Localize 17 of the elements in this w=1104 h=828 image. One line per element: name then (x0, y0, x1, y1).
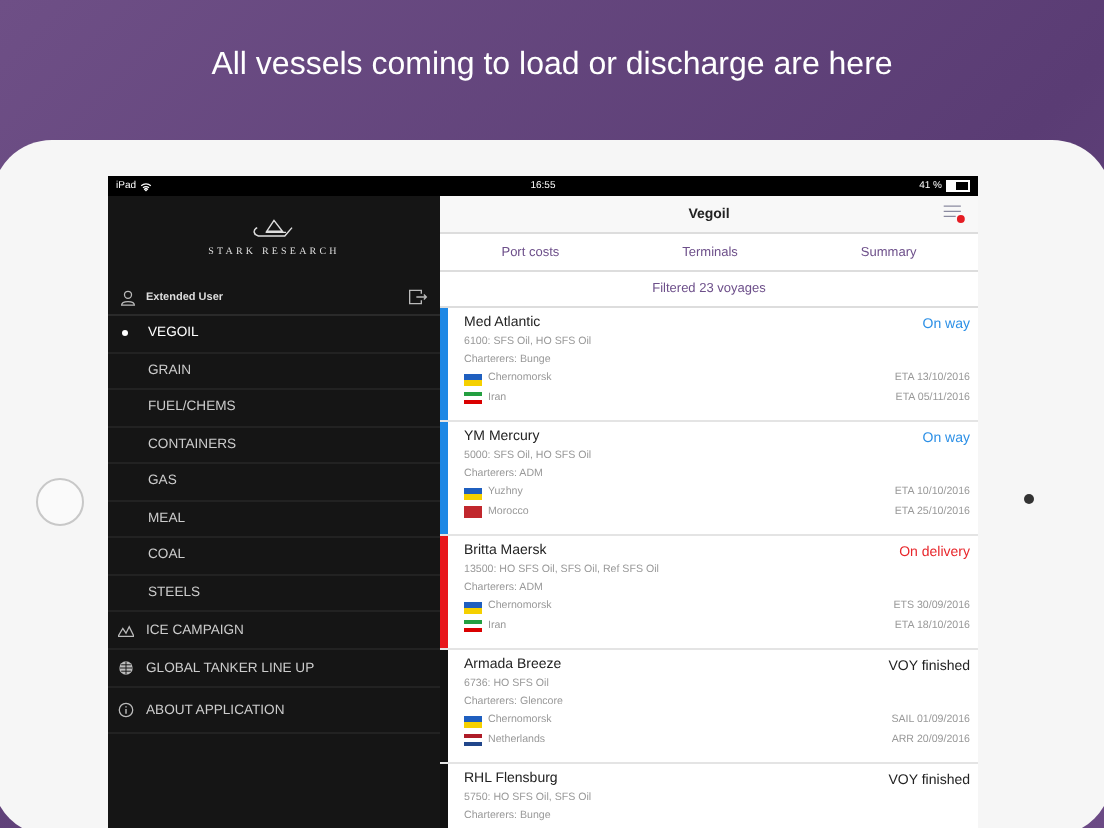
info-icon (118, 702, 134, 718)
wifi-icon (140, 181, 153, 191)
headline: All vessels coming to load or discharge are here (211, 46, 893, 86)
mountain-icon (118, 622, 134, 638)
flag-icon (464, 392, 482, 405)
flag-icon (464, 620, 482, 633)
flag-icon (464, 373, 482, 386)
flag-icon (464, 715, 482, 728)
flag-icon (464, 601, 482, 614)
camera-dot (1024, 494, 1034, 504)
filter-icon[interactable] (942, 202, 966, 224)
globe-icon (118, 660, 134, 676)
logout-icon[interactable] (408, 288, 428, 306)
ship-logo-icon (250, 218, 298, 242)
user-icon (120, 289, 136, 305)
flag-icon (464, 734, 482, 747)
battery-icon (945, 180, 970, 192)
